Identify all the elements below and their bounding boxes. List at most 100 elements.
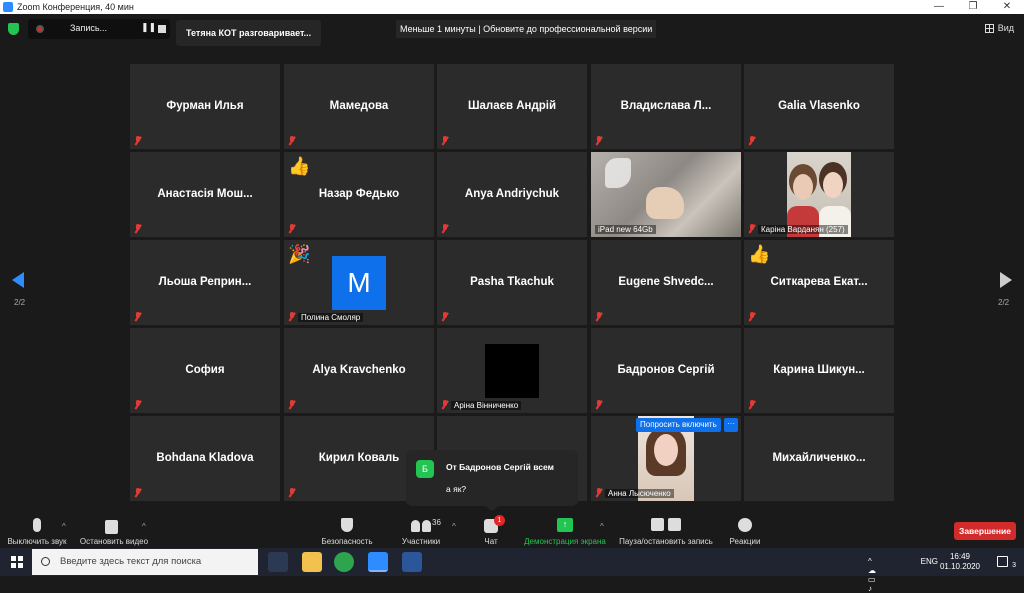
participant-tile[interactable]: Alya Kravchenko — [284, 328, 434, 413]
camera-icon — [105, 520, 118, 534]
participant-name: Galia Vlasenko — [778, 100, 860, 112]
recording-pause-icon[interactable]: ❚❚ — [141, 22, 156, 33]
gallery-view-icon — [984, 23, 994, 33]
participants-button[interactable]: 36 Участники — [396, 510, 446, 548]
search-placeholder: Введите здесь текст для поиска — [60, 556, 202, 567]
view-label: Вид — [997, 23, 1014, 33]
clock[interactable]: 16:49 01.10.2020 — [940, 552, 980, 572]
notification-center-icon[interactable] — [997, 556, 1008, 567]
maximize-button[interactable]: ❐ — [956, 0, 990, 14]
participant-tile[interactable]: Шалаєв Андрій — [437, 64, 587, 149]
file-explorer-icon[interactable] — [302, 552, 322, 572]
muted-mic-icon — [748, 400, 756, 409]
participant-tile[interactable]: Бадронов Сергій — [591, 328, 741, 413]
participant-name: iPad new 64Gb — [595, 225, 656, 234]
participant-tile[interactable]: Galia Vlasenko — [744, 64, 894, 149]
muted-mic-icon — [595, 312, 603, 321]
chat-sender: От Бадронов Сергій всем — [446, 462, 554, 472]
participant-tile[interactable]: Карина Шикун... — [744, 328, 894, 413]
participant-name: Фурман Илья — [166, 100, 244, 112]
thumbs-up-reaction-icon: 👍 — [748, 244, 771, 264]
page-indicator-left: 2/2 — [14, 298, 26, 307]
view-button[interactable]: Вид — [984, 23, 1014, 33]
video-options-caret-icon[interactable]: ^ — [142, 522, 146, 531]
audio-options-caret-icon[interactable]: ^ — [62, 522, 66, 531]
participant-name: Аріна Вінниченко — [451, 401, 522, 410]
security-shield-icon[interactable] — [8, 23, 19, 35]
page-indicator-right: 2/2 — [998, 298, 1010, 307]
mute-button[interactable]: Выключить звук — [4, 510, 70, 548]
participant-name: Pasha Tkachuk — [470, 276, 554, 288]
muted-mic-icon — [134, 488, 142, 497]
participant-tile[interactable]: Eugene Shvedc... — [591, 240, 741, 325]
share-options-caret-icon[interactable]: ^ — [600, 522, 604, 531]
security-label: Безопасность — [321, 537, 373, 546]
next-page-arrow-icon[interactable] — [1000, 272, 1012, 288]
zoom-taskbar-icon[interactable] — [368, 552, 388, 572]
close-button[interactable]: ✕ — [990, 0, 1024, 14]
participant-tile[interactable]: 🎉 M Полина Смоляр — [284, 240, 434, 325]
ask-to-unmute-button[interactable]: Попросить включить — [636, 418, 721, 432]
minimize-button[interactable]: — — [922, 0, 956, 14]
participants-caret-icon[interactable]: ^ — [452, 522, 456, 531]
security-button[interactable]: Безопасность — [318, 510, 376, 548]
windows-logo-icon — [11, 556, 23, 568]
participant-name: Мамедова — [329, 100, 389, 112]
muted-mic-icon — [441, 224, 449, 233]
participant-tile[interactable]: Мамедова — [284, 64, 434, 149]
participant-video-tile[interactable]: Каріна Варданян (257) — [744, 152, 894, 237]
participant-tile[interactable]: Фурман Илья — [130, 64, 280, 149]
muted-mic-icon — [441, 400, 449, 409]
muted-mic-icon — [595, 488, 603, 497]
chat-notification-popup[interactable]: Б От Бадронов Сергій всем а як? — [406, 450, 578, 512]
zoom-app-icon — [3, 2, 13, 12]
clock-date: 01.10.2020 — [939, 562, 980, 571]
share-screen-button[interactable]: ↑ Демонстрация экрана — [520, 510, 610, 548]
participant-tile[interactable]: София — [130, 328, 280, 413]
participants-count: 36 — [432, 518, 441, 527]
pause-stop-recording-button[interactable]: Пауза/остановить запись — [614, 510, 718, 548]
participant-tile[interactable]: Владислава Л... — [591, 64, 741, 149]
participant-tile[interactable]: Льоша Реприн... — [130, 240, 280, 325]
pause-stop-icon — [651, 518, 681, 532]
start-button[interactable] — [0, 548, 32, 576]
participant-tile[interactable]: Анастасія Мош... — [130, 152, 280, 237]
end-meeting-button[interactable]: Завершение — [954, 522, 1016, 540]
participant-tile[interactable]: Anya Andriychuk — [437, 152, 587, 237]
stop-video-button[interactable]: Остановить видео — [76, 510, 152, 548]
more-options-button[interactable]: ··· — [724, 418, 738, 432]
chat-unread-badge: 1 — [494, 515, 505, 526]
chrome-icon[interactable] — [334, 552, 354, 572]
window-controls: — ❐ ✕ — [922, 0, 1024, 14]
participant-tile[interactable]: 👍 Ситкарева Екат... — [744, 240, 894, 325]
muted-mic-icon — [595, 400, 603, 409]
search-icon — [41, 557, 50, 566]
participant-tile[interactable]: Bohdana Kladova — [130, 416, 280, 501]
participant-tile[interactable]: 👍 Назар Федько — [284, 152, 434, 237]
video-face-2 — [823, 172, 843, 198]
participant-name: Карина Шикун... — [773, 364, 865, 376]
muted-mic-icon — [134, 400, 142, 409]
record-label: Пауза/остановить запись — [619, 537, 713, 546]
reactions-button[interactable]: Реакции — [724, 510, 766, 548]
mute-label: Выключить звук — [7, 537, 67, 546]
participant-tile[interactable]: Михайличенко... — [744, 416, 894, 501]
avatar: Б — [416, 460, 434, 478]
participant-tile[interactable]: Аріна Вінниченко — [437, 328, 587, 413]
language-indicator[interactable]: ENG — [921, 557, 938, 566]
participant-tile[interactable]: Pasha Tkachuk — [437, 240, 587, 325]
participant-name: Льоша Реприн... — [158, 276, 252, 288]
taskbar-search[interactable]: Введите здесь текст для поиска — [32, 549, 258, 575]
video-face — [654, 434, 678, 466]
task-view-icon[interactable] — [268, 552, 288, 572]
previous-page-arrow-icon[interactable] — [12, 272, 24, 288]
chat-button[interactable]: 1 Чат — [474, 510, 508, 548]
share-screen-label: Демонстрация экрана — [524, 537, 606, 546]
word-icon[interactable] — [402, 552, 422, 572]
recording-stop-icon[interactable] — [158, 25, 166, 33]
tray-icons[interactable]: ^ ☁ ▭ ♪ — [868, 557, 876, 593]
participant-name: Михайличенко... — [772, 452, 866, 464]
participant-video-tile[interactable]: iPad new 64Gb — [591, 152, 741, 237]
upgrade-banner[interactable]: Меньше 1 минуты | Обновите до профессион… — [396, 20, 657, 38]
participant-name: Eugene Shvedc... — [618, 276, 714, 288]
